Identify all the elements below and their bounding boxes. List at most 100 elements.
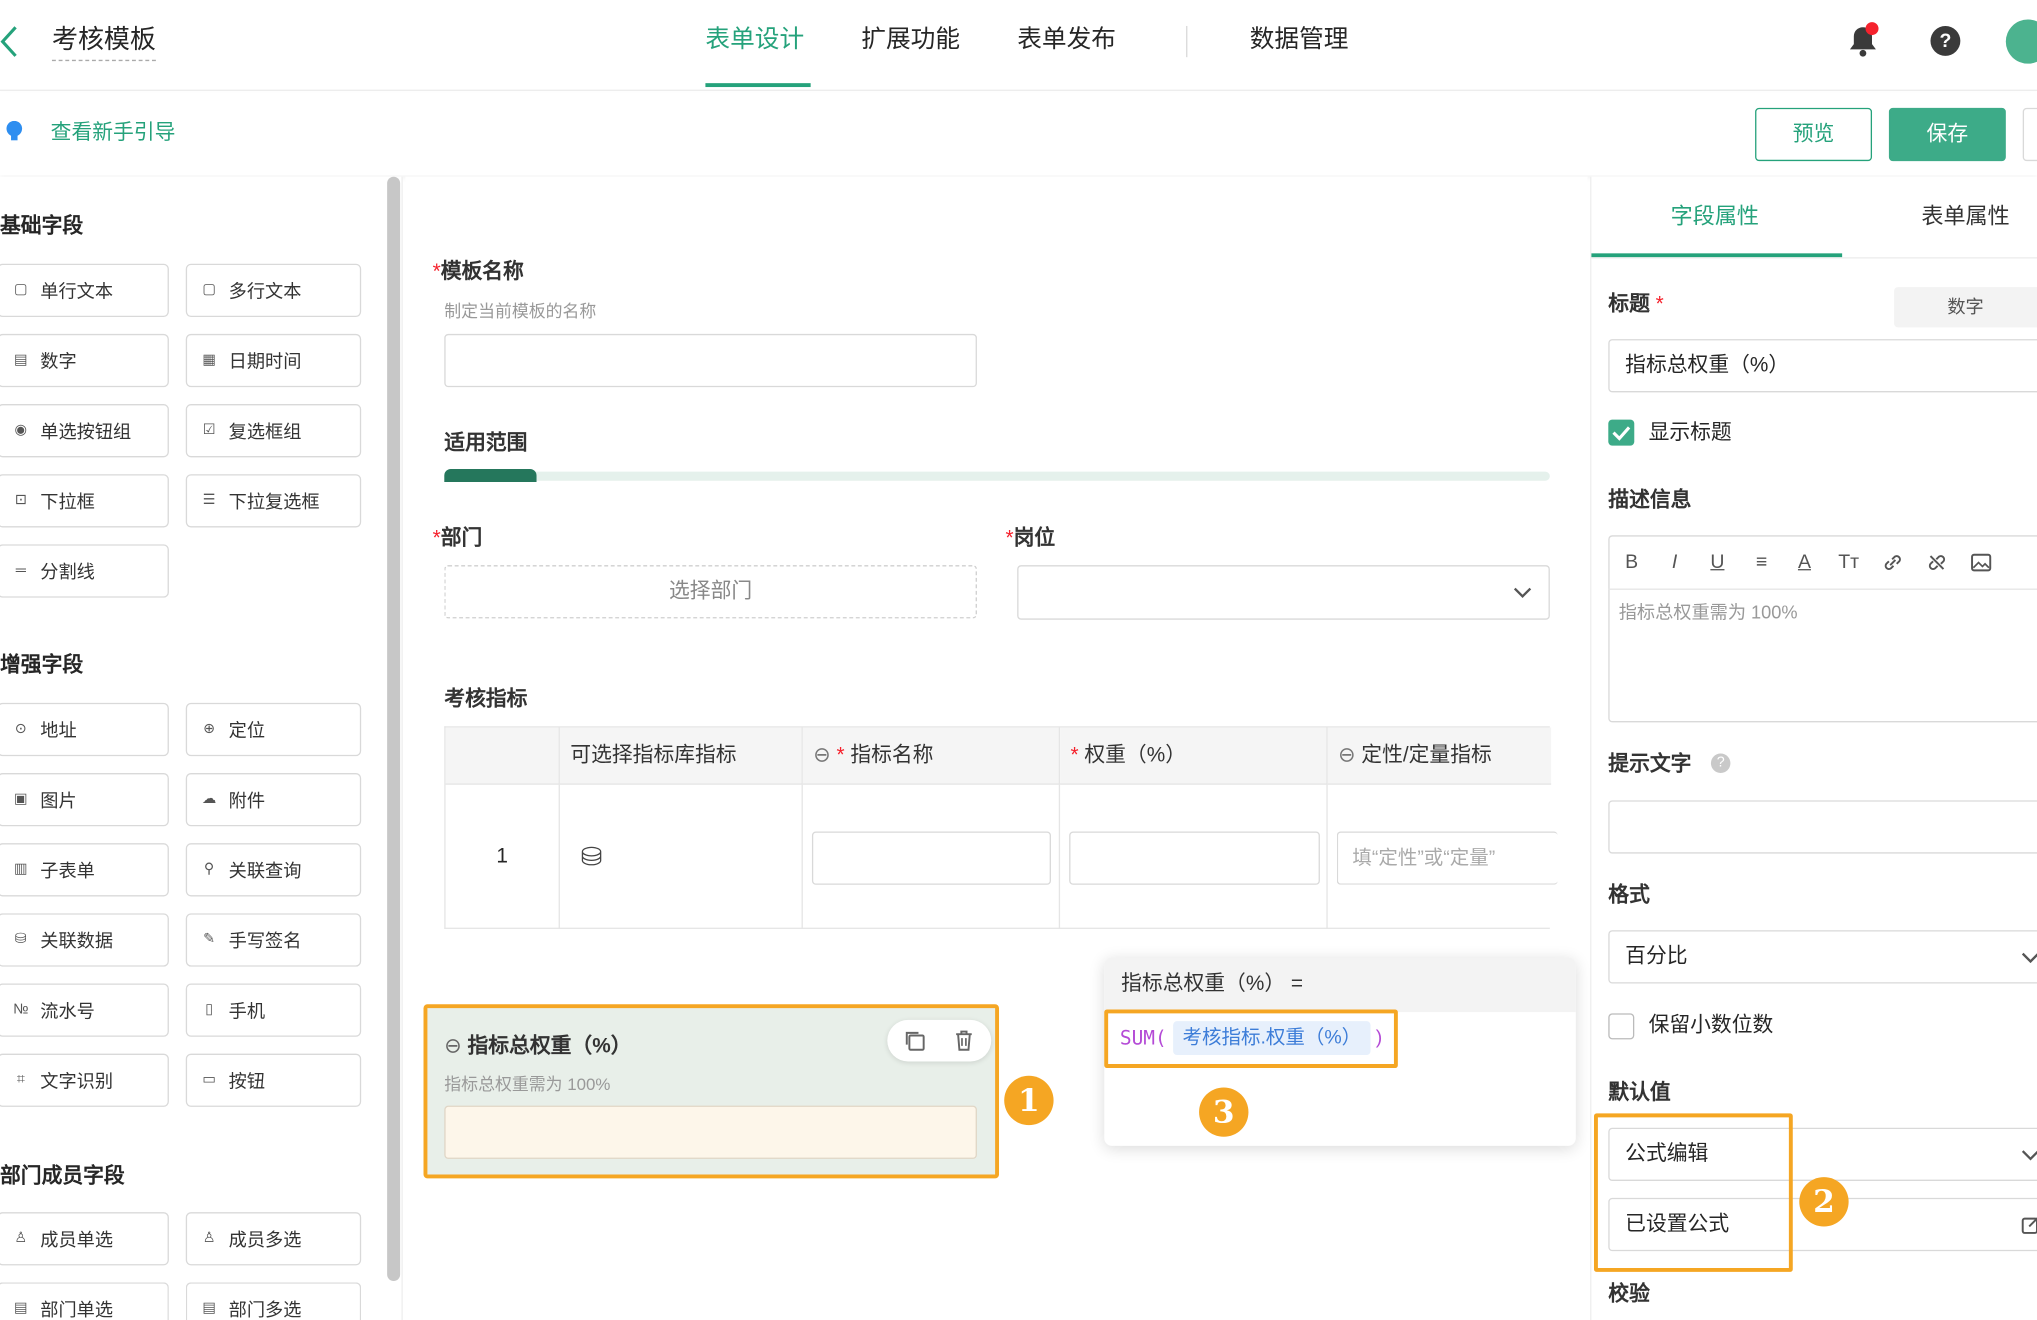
crosshair-icon: ⊕ — [203, 721, 216, 737]
widget-image[interactable]: ▣ 图片 — [0, 773, 169, 827]
widget-multi-line-text[interactable]: ▢ 多行文本 — [185, 263, 362, 318]
formula-header: 指标总权重（%） = — [1104, 957, 1576, 1013]
keep-decimal-checkbox[interactable] — [1608, 1013, 1635, 1040]
tab-data-management[interactable]: 数据管理 — [1250, 23, 1349, 57]
table-header-weight: * 权重（%） — [1060, 727, 1328, 785]
show-title-label: 显示标题 — [1648, 422, 1732, 445]
index-name-input[interactable] — [811, 831, 1051, 885]
scope-progress-fill — [444, 469, 537, 483]
pen-icon: ✎ — [203, 931, 216, 948]
table-header-index — [445, 727, 560, 785]
database-icon[interactable]: ⛁ — [581, 841, 603, 873]
palette-scrollbar[interactable] — [387, 176, 401, 1282]
check-icon — [1612, 426, 1631, 441]
group-title-enhanced: 增强字段 — [0, 654, 84, 677]
dept-label: *部门 — [432, 527, 483, 550]
calendar-icon: ▦ — [202, 352, 216, 368]
widget-single-line-text[interactable]: ▢ 单行文本 — [0, 263, 169, 318]
widget-button[interactable]: ▭ 按钮 — [185, 1053, 362, 1107]
widget-member-multi[interactable]: ♙ 成员多选 — [185, 1212, 362, 1266]
underline-icon[interactable]: U — [1703, 550, 1732, 576]
index-type-input[interactable]: 填“定性”或“定量” — [1336, 831, 1558, 885]
title-input[interactable]: 指标总权重（%） — [1608, 339, 2037, 393]
link-icon[interactable] — [1879, 550, 1908, 576]
total-weight-input[interactable] — [444, 1105, 977, 1159]
tab-field-properties[interactable]: 字段属性 — [1671, 203, 1759, 232]
unlink-icon[interactable] — [1923, 550, 1952, 576]
widget-radio-group[interactable]: ◉ 单选按钮组 — [0, 404, 169, 458]
radio-icon: ◉ — [14, 422, 28, 438]
widget-address[interactable]: ⊙ 地址 — [0, 702, 169, 757]
widget-attachment[interactable]: ☁ 附件 — [185, 773, 362, 827]
align-icon[interactable]: ≡ — [1747, 550, 1776, 576]
divider-icon: ═ — [15, 562, 26, 579]
help-icon[interactable]: ? — [1710, 753, 1731, 774]
tab-publish[interactable]: 表单发布 — [1017, 23, 1116, 57]
widget-signature[interactable]: ✎ 手写签名 — [185, 913, 362, 967]
index-subform-table: 可选择指标库指标 ⊖ * 指标名称 * 权重（%） ⊖ 定性/定量指标 1 ⛁ … — [444, 726, 1558, 929]
default-value-highlight — [1594, 1113, 1793, 1272]
widget-dropdown[interactable]: ⊡ 下拉框 — [0, 474, 169, 528]
widget-related-data[interactable]: ⛁ 关联数据 — [0, 913, 169, 967]
edit-formula-icon[interactable] — [2020, 1215, 2037, 1236]
widget-member-single[interactable]: ♙ 成员单选 — [0, 1212, 169, 1266]
chevron-down-icon — [1513, 587, 1532, 598]
chevron-down-icon — [2021, 1150, 2037, 1161]
tab-form-properties[interactable]: 表单属性 — [1921, 203, 2009, 232]
format-label: 格式 — [1608, 884, 1650, 907]
widget-number[interactable]: ▤ 数字 — [0, 333, 169, 388]
widget-phone[interactable]: ▯ 手机 — [185, 983, 362, 1037]
dept-icon: ▤ — [14, 1300, 28, 1317]
validate-label: 校验 — [1608, 1283, 1650, 1306]
back-arrow-icon[interactable] — [0, 22, 23, 61]
show-title-checkbox[interactable] — [1608, 419, 1635, 446]
italic-icon[interactable]: I — [1660, 550, 1689, 576]
table-header-type: ⊖ 定性/定量指标 — [1327, 727, 1552, 785]
widget-dropdown-multi[interactable]: ☰ 下拉复选框 — [185, 474, 362, 528]
position-select[interactable] — [1017, 565, 1550, 620]
index-weight-input[interactable] — [1069, 831, 1320, 885]
search-link-icon: ⚲ — [203, 861, 215, 877]
widget-dept-multi[interactable]: ▤ 部门多选 — [185, 1282, 362, 1320]
formula-field-reference[interactable]: 考核指标.权重（%） — [1173, 1021, 1371, 1055]
position-label: *岗位 — [1005, 527, 1056, 550]
trash-icon[interactable] — [952, 1029, 975, 1052]
widget-geolocation[interactable]: ⊕ 定位 — [185, 702, 362, 757]
tab-form-design[interactable]: 表单设计 — [705, 23, 804, 57]
more-button[interactable] — [2022, 107, 2037, 162]
field-description: 指标总权重需为 100% — [444, 1074, 611, 1094]
widget-dept-single[interactable]: ▤ 部门单选 — [0, 1282, 169, 1320]
font-size-icon[interactable]: Tт — [1834, 550, 1863, 576]
hint-input[interactable] — [1608, 800, 2037, 854]
title-label: 标题 * — [1608, 293, 1664, 316]
location-pin-icon: ⊙ — [14, 721, 27, 737]
database-icon: ⛁ — [14, 931, 27, 948]
widget-checkbox-group[interactable]: ☑ 复选框组 — [185, 404, 362, 458]
widget-subform[interactable]: ▥ 子表单 — [0, 843, 169, 897]
widget-related-query[interactable]: ⚲ 关联查询 — [185, 843, 362, 897]
save-button[interactable]: 保存 — [1888, 107, 2006, 162]
dept-selector[interactable]: 选择部门 — [444, 565, 977, 619]
bold-icon[interactable]: B — [1617, 550, 1646, 576]
image-icon[interactable] — [1967, 550, 1996, 576]
widget-datetime[interactable]: ▦ 日期时间 — [185, 333, 362, 388]
app-title[interactable]: 考核模板 — [51, 23, 156, 62]
template-name-input[interactable] — [444, 333, 977, 388]
widget-serial-number[interactable]: № 流水号 — [0, 983, 169, 1037]
users-icon: ♙ — [202, 1230, 216, 1246]
index-label: 考核指标 — [444, 688, 528, 711]
template-name-hint: 制定当前模板的名称 — [444, 301, 597, 321]
serial-icon: № — [13, 1001, 29, 1018]
help-icon[interactable]: ? — [1930, 25, 1961, 56]
widget-divider[interactable]: ═ 分割线 — [0, 544, 169, 598]
preview-button[interactable]: 预览 — [1755, 107, 1873, 162]
beginner-guide-link[interactable]: 查看新手引导 — [51, 120, 176, 149]
format-select[interactable]: 百分比 — [1608, 930, 2037, 984]
widget-ocr[interactable]: ⌗ 文字识别 — [0, 1053, 169, 1107]
group-title-basic: 基础字段 — [0, 215, 84, 238]
template-name-label: *模板名称 — [432, 261, 524, 284]
dropdown-icon: ⊡ — [14, 492, 27, 508]
tab-extensions[interactable]: 扩展功能 — [861, 23, 960, 57]
copy-icon[interactable] — [903, 1029, 926, 1052]
font-color-icon[interactable]: A — [1790, 550, 1819, 576]
